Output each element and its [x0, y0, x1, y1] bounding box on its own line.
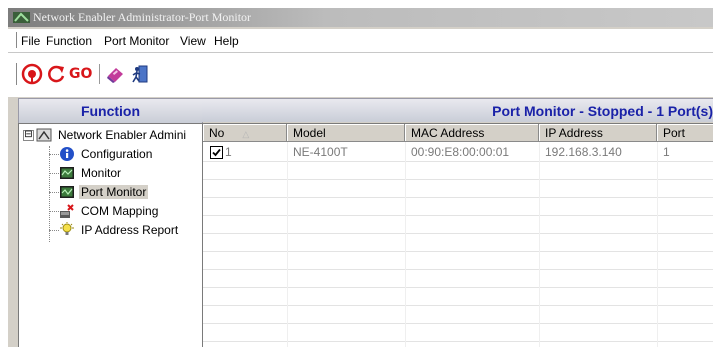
- window-title: Network Enabler Administrator-Port Monit…: [33, 10, 252, 24]
- column-header-model[interactable]: Model: [287, 124, 405, 142]
- broadcast-search-icon: [21, 63, 43, 85]
- tree-item-label: Configuration: [81, 147, 153, 161]
- function-tree: ⊟ Network Enabler Admini Configuration M…: [18, 123, 203, 347]
- port-monitor-grid: No △ Model MAC Address IP Address Port 1 …: [202, 123, 713, 347]
- menubar-grip[interactable]: [13, 32, 17, 48]
- lightbulb-icon: [59, 222, 75, 238]
- application-window: Network Enabler Administrator-Port Monit…: [8, 8, 713, 347]
- row-cell-port: 1: [663, 145, 670, 159]
- tree-item-label: Port Monitor: [79, 185, 149, 199]
- tree-connector: [49, 211, 59, 212]
- port-monitor-icon: [59, 184, 75, 200]
- column-header-no[interactable]: No △: [203, 124, 287, 142]
- settings-eraser-icon: [104, 63, 126, 85]
- tree-item-label: Monitor: [81, 166, 122, 180]
- tree-item-label: IP Address Report: [81, 223, 179, 237]
- grid-row-divider: [203, 323, 713, 324]
- grid-row-divider: [203, 287, 713, 288]
- column-header-port[interactable]: Port: [657, 124, 713, 142]
- tree-connector: [49, 146, 50, 242]
- tree-collapse-toggle[interactable]: ⊟: [23, 130, 34, 141]
- exit-button[interactable]: [129, 63, 151, 85]
- com-mapping-icon: [59, 203, 75, 219]
- exit-icon: [129, 63, 151, 85]
- grid-column-divider: [405, 142, 406, 347]
- column-header-mac-address[interactable]: MAC Address: [405, 124, 539, 142]
- menu-bar: File Function Port Monitor View Help: [8, 29, 713, 53]
- grid-row-divider: [203, 215, 713, 216]
- toolbar-grip[interactable]: [13, 63, 17, 85]
- menu-function[interactable]: Function: [46, 34, 92, 48]
- grid-row-divider: [203, 251, 713, 252]
- column-header-label: No: [209, 126, 225, 140]
- grid-row-divider: [203, 197, 713, 198]
- tree-connector: [49, 230, 59, 231]
- grid-row-divider: [203, 233, 713, 234]
- table-row[interactable]: 1 NE-4100T 00:90:E8:00:00:01 192.168.3.1…: [203, 143, 713, 161]
- row-cell-no: 1: [225, 145, 232, 159]
- grid-row-divider: [203, 179, 713, 180]
- grid-row-divider: [203, 269, 713, 270]
- network-enabler-icon: [36, 127, 52, 143]
- row-cell-mac-address: 00:90:E8:00:00:01: [411, 145, 510, 159]
- menu-view[interactable]: View: [180, 34, 206, 48]
- info-icon: [59, 146, 75, 162]
- row-cell-model: NE-4100T: [293, 145, 348, 159]
- sort-ascending-icon: △: [242, 129, 250, 139]
- function-panel-header: Function: [18, 98, 203, 123]
- port-monitor-header: Port Monitor - Stopped - 1 Port(s): [202, 98, 713, 122]
- refresh-button[interactable]: [45, 63, 67, 85]
- grid-column-divider: [287, 142, 288, 347]
- go-icon: GO: [69, 66, 93, 82]
- grid-column-divider: [539, 142, 540, 347]
- tree-item-label: COM Mapping: [81, 204, 159, 218]
- menu-help[interactable]: Help: [214, 34, 239, 48]
- menu-port-monitor[interactable]: Port Monitor: [104, 34, 169, 48]
- title-bar: Network Enabler Administrator-Port Monit…: [8, 8, 713, 27]
- app-icon: [13, 11, 31, 24]
- column-header-ip-address[interactable]: IP Address: [539, 124, 657, 142]
- menu-file[interactable]: File: [21, 34, 40, 48]
- tree-connector: [49, 192, 59, 193]
- toolbar-separator: [99, 64, 100, 84]
- monitor-icon: [59, 165, 75, 181]
- grid-row-divider: [203, 305, 713, 306]
- refresh-icon: [45, 63, 67, 85]
- tree-root-label: Network Enabler Admini: [58, 128, 187, 142]
- go-button[interactable]: GO: [69, 63, 95, 85]
- settings-eraser-button[interactable]: [104, 63, 126, 85]
- grid-column-divider: [657, 142, 658, 347]
- port-monitor-status-title: Port Monitor - Stopped - 1 Port(s): [492, 103, 713, 119]
- broadcast-search-button[interactable]: [21, 63, 43, 85]
- tree-connector: [49, 154, 59, 155]
- grid-row-divider: [203, 161, 713, 162]
- tree-root-network-enabler[interactable]: Network Enabler Admini: [36, 127, 200, 143]
- toolbar: GO: [8, 53, 713, 97]
- tree-connector: [49, 173, 59, 174]
- grid-row-divider: [203, 341, 713, 342]
- row-cell-ip-address: 192.168.3.140: [545, 145, 622, 159]
